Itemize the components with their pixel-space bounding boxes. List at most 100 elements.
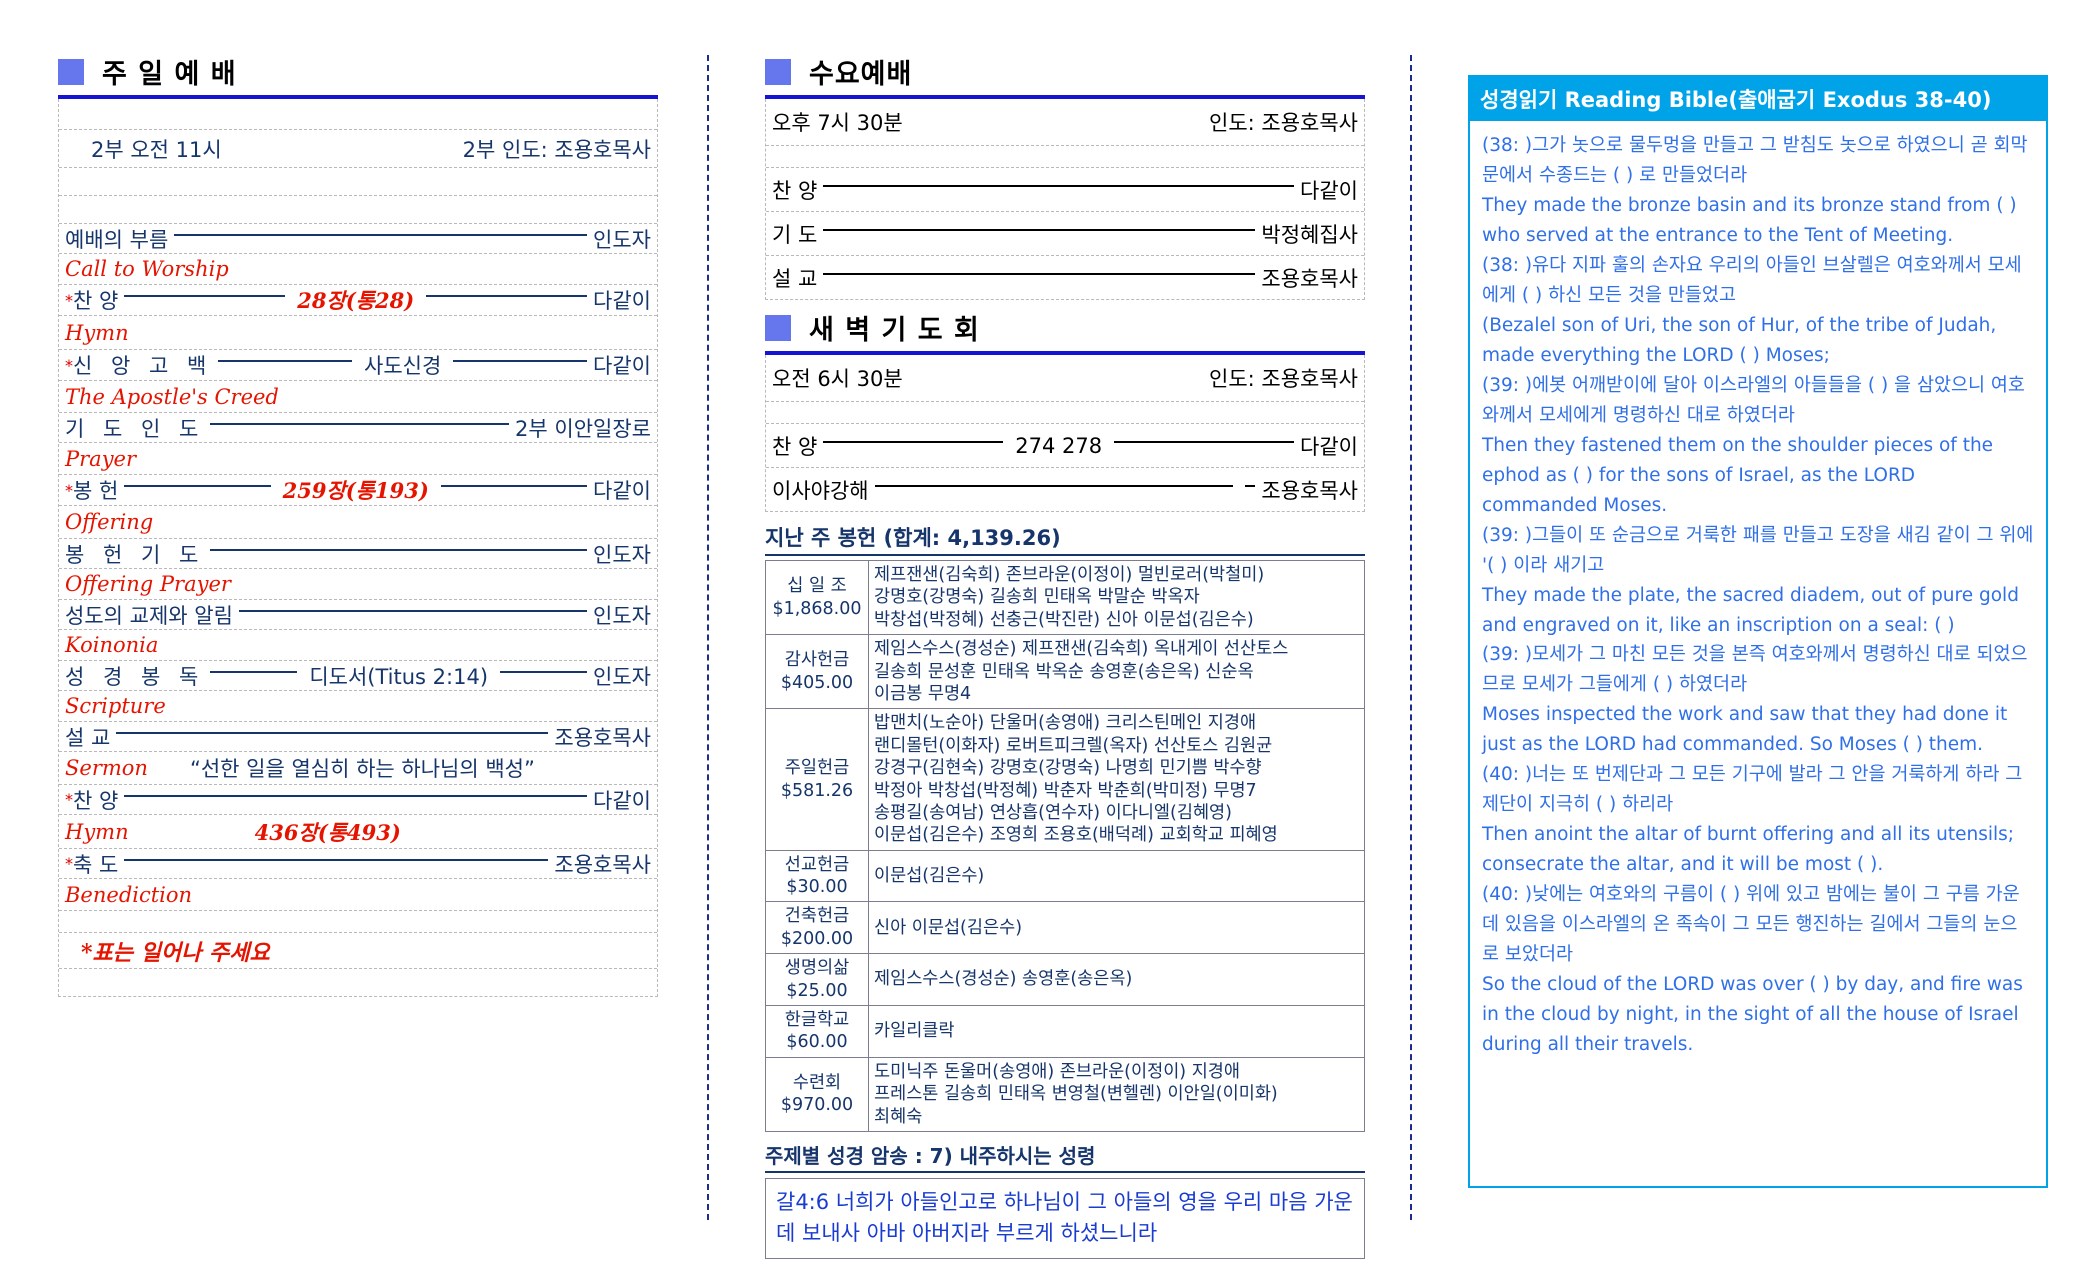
order-spacer-row <box>766 145 1364 167</box>
offering-amount: $200.00 <box>780 928 854 949</box>
standing-star-marker: * <box>65 480 73 500</box>
order-item-eng-row: Hymn <box>59 315 657 349</box>
offering-category-name: 생명의삶 <box>784 958 850 979</box>
order-leader-line <box>124 485 271 487</box>
offering-category-cell: 수련회 $970.00 <box>765 1056 869 1132</box>
offering-amount: $405.00 <box>780 672 854 693</box>
sermon-title: “선한 일을 열심히 하는 하나님의 백성” <box>189 757 535 781</box>
order-item-person: 다같이 <box>593 289 652 313</box>
standing-star-marker: * <box>65 355 73 375</box>
order-item-person: 인도자 <box>593 227 651 252</box>
order-spacer-row-2 <box>59 167 657 195</box>
order-spacer-row <box>766 401 1364 423</box>
order-leader-line <box>174 233 588 236</box>
sunday-worship-title: 주 일 예 배 <box>102 59 237 90</box>
offering-amount: $25.00 <box>786 980 848 1001</box>
order-item-eng-row: The Apostle's Creed <box>59 380 657 412</box>
dawn-leader: 인도: 조용호목사 <box>1209 367 1358 391</box>
order-spacer-row-3 <box>59 195 657 223</box>
bulletin-page: 주 일 예 배 2부 오전 11시 2부 인도: 조용호목사 예배의 부름 인도… <box>0 0 2100 1275</box>
bible-line: (40: )낮에는 여호와의 구름이 ( ) 위에 있고 밤에는 불이 그 구름… <box>1482 884 2020 966</box>
order-item-eng-row: Offering <box>59 505 657 538</box>
order-item-scripture-ref: 디도서(Titus 2:14) <box>309 664 489 689</box>
square-bullet-icon <box>765 58 791 85</box>
order-item-person: 박정혜집사 <box>1261 222 1358 247</box>
bible-reading-panel: 성경읽기 Reading Bible(출애굽기 Exodus 38-40) (3… <box>1468 75 2048 1188</box>
offering-category-cell: 십 일 조 $1,868.00 <box>765 559 869 636</box>
order-item-english: Benediction <box>65 882 193 907</box>
order-item-english: Offering Prayer <box>65 572 231 596</box>
table-row: 십 일 조 $1,868.00 제프잰샌(김숙희) 존브라운(이정이) 멀빈로러… <box>765 559 1365 636</box>
order-item-person: 다같이 <box>593 788 651 813</box>
order-leader-line <box>453 360 588 362</box>
column-divider-2 <box>1410 55 1412 1220</box>
offering-amount: $1,868.00 <box>772 598 862 619</box>
dawn-prayer-heading: 새 벽 기 도 회 <box>765 308 1365 347</box>
offering-table: 십 일 조 $1,868.00 제프잰샌(김숙희) 존브라운(이정이) 멀빈로러… <box>765 559 1365 1132</box>
order-item-label: 찬 양 <box>772 178 818 203</box>
offering-category-cell: 한글학교 $60.00 <box>765 1005 869 1058</box>
wednesday-heading: 수요예배 <box>765 52 1365 91</box>
order-item-row: 예배의 부름 인도자 <box>59 223 657 253</box>
order-item-eng-row: Koinonia <box>59 629 657 660</box>
bible-reading-heading: 성경읽기 Reading Bible(출애굽기 Exodus 38-40) <box>1470 77 2046 121</box>
offering-category-name: 감사헌금 <box>784 650 850 671</box>
order-item-label: 기 도 <box>772 222 818 247</box>
offering-donor-names: 제임스수스(경성순) 송영훈(송은옥) <box>868 953 1365 1007</box>
order-leader-line <box>1245 484 1256 487</box>
sunday-time-row: 2부 오전 11시 2부 인도: 조용호목사 <box>59 129 657 167</box>
order-leader-line <box>210 422 510 425</box>
bible-line: They made the bronze basin and its bronz… <box>1482 194 2017 246</box>
standing-star-marker: * <box>65 790 73 809</box>
order-item-eng-row: Scripture <box>59 690 657 721</box>
order-item-label: 봉 헌 기 도 <box>65 542 205 567</box>
order-item-label: 봉 헌 <box>73 479 119 503</box>
order-item-row: 기 도 박정혜집사 <box>766 211 1364 255</box>
dawn-order-list: 오전 6시 30분 인도: 조용호목사 찬 양 274 278 다같이 이사야강… <box>765 355 1365 512</box>
square-bullet-icon <box>765 314 791 341</box>
bible-line: (40: )너는 또 번제단과 그 모든 기구에 발라 그 안을 거룩하게 하라… <box>1482 764 2023 816</box>
table-row: 감사헌금 $405.00 제임스수스(경성순) 제프잰샌(김숙희) 옥내게이 선… <box>765 634 1365 710</box>
order-item-english: Hymn <box>65 819 129 844</box>
order-item-person: 조용호목사 <box>1261 478 1358 503</box>
offering-category-cell: 감사헌금 $405.00 <box>765 634 869 710</box>
dawn-time: 오전 6시 30분 <box>772 367 903 391</box>
offering-summary-heading: 지난 주 봉헌 (합계: 4,139.26) <box>765 522 1365 556</box>
sermon-title-row: Sermon “선한 일을 열심히 하는 하나님의 백성” <box>59 751 657 784</box>
memory-verse-box: 갈4:6 너희가 아들인고로 하나님이 그 아들의 영을 우리 마음 가운데 보… <box>765 1177 1365 1259</box>
table-row: 건축헌금 $200.00 신아 이문섭(김은수) <box>765 901 1365 955</box>
wednesday-time: 오후 7시 30분 <box>772 111 903 135</box>
order-leader-line <box>500 670 588 673</box>
order-item-person: 2부 이안일장로 <box>515 416 651 441</box>
order-item-row: 찬 양 다같이 <box>766 167 1364 211</box>
memory-verse-text: 갈4:6 너희가 아들인고로 하나님이 그 아들의 영을 우리 마음 가운데 보… <box>776 1189 1353 1246</box>
offering-category-cell: 주일헌금 $581.26 <box>765 708 869 851</box>
order-item-label: 설 교 <box>772 266 818 291</box>
bible-line: (Bezalel son of Uri, the son of Hur, of … <box>1482 314 1997 366</box>
wednesday-leader: 인도: 조용호목사 <box>1209 111 1358 135</box>
order-item-label: 찬 양 <box>73 289 119 313</box>
offering-amount: $60.00 <box>786 1032 848 1053</box>
order-leader-line <box>218 360 353 362</box>
order-item-english: The Apostle's Creed <box>65 384 279 409</box>
table-row: 한글학교 $60.00 카일리클락 <box>765 1005 1365 1058</box>
order-item-person: 다같이 <box>593 354 651 378</box>
order-leader-line <box>124 295 286 297</box>
offering-category-name: 선교헌금 <box>784 854 850 875</box>
order-item-row: * 봉 헌 259장(통193) 다같이 <box>59 474 657 505</box>
order-item-english: Hymn <box>65 320 129 345</box>
offering-category-name: 수련회 <box>792 1073 842 1093</box>
order-item-hymn-number: 28장(통28) <box>297 288 415 313</box>
order-item-english: Prayer <box>65 446 137 471</box>
offering-amount: $581.26 <box>780 780 854 801</box>
order-leader-line <box>426 295 588 297</box>
order-item-row: 설 교 조용호목사 <box>766 255 1364 299</box>
order-item-person: 인도자 <box>593 603 651 628</box>
offering-category-cell: 선교헌금 $30.00 <box>765 849 869 903</box>
order-item-person: 조용호목사 <box>554 725 651 750</box>
bible-line: So the cloud of the LORD was over ( ) by… <box>1482 974 2023 1056</box>
order-leader-line <box>238 609 588 612</box>
dawn-prayer-title: 새 벽 기 도 회 <box>809 315 980 346</box>
offering-category-cell: 생명의삶 $25.00 <box>765 953 869 1007</box>
order-item-row: 찬 양 274 278 다같이 <box>766 423 1364 467</box>
